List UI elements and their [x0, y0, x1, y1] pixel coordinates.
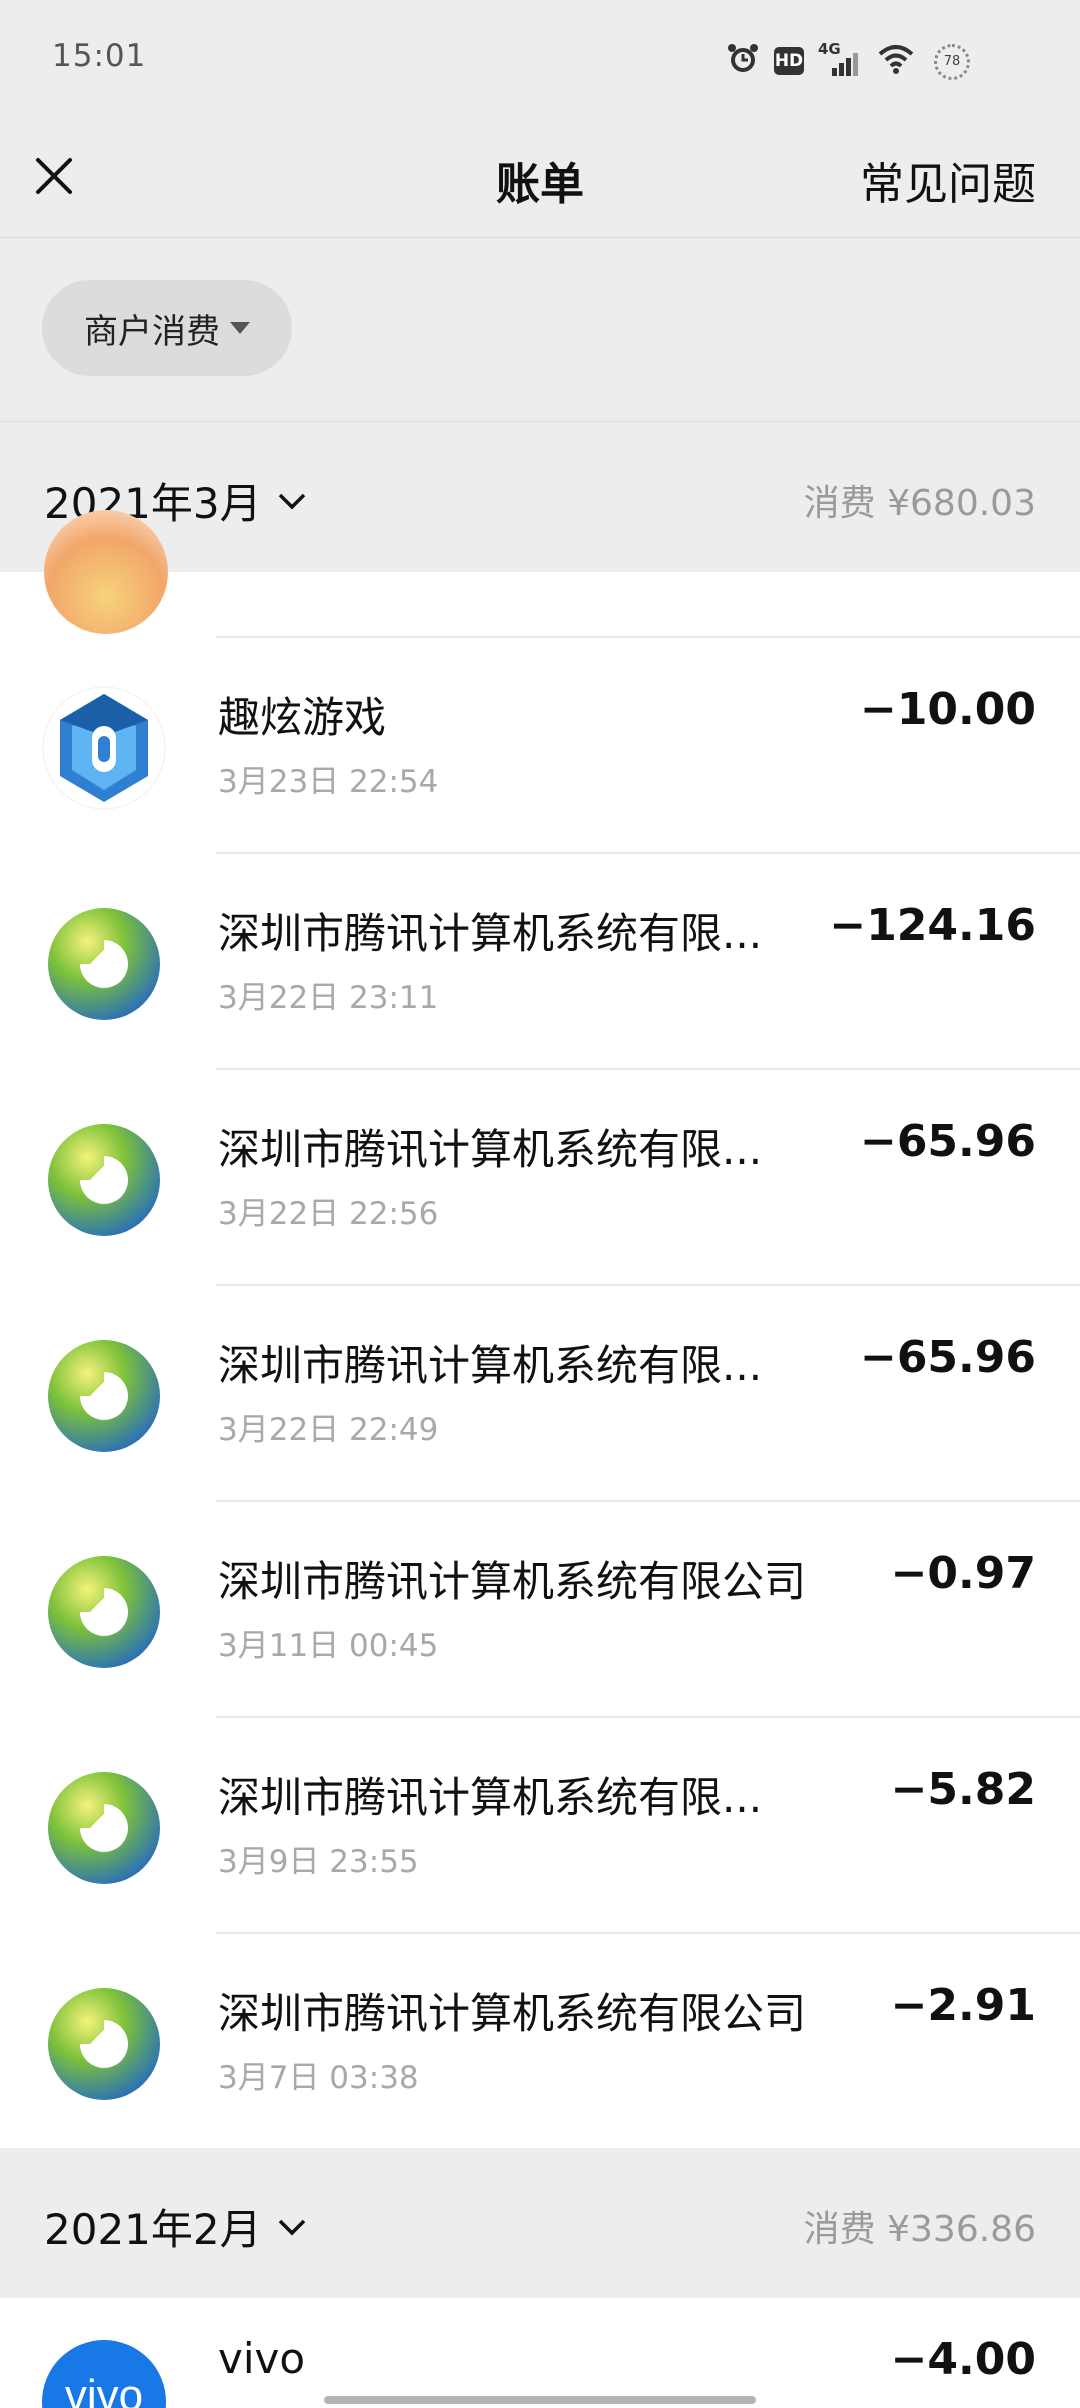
transaction-amount: −5.82	[890, 1764, 1036, 1815]
transaction-time: 3月22日 22:56	[218, 1196, 439, 1232]
list-item[interactable]: 深圳市腾讯计算机系统有限... 3月22日 22:49 −65.96	[0, 1286, 1080, 1502]
list-item[interactable]: 深圳市腾讯计算机系统有限公司 3月11日 00:45 −0.97	[0, 1502, 1080, 1718]
month-header-february: 2021年2月 消费 ¥336.86	[0, 2148, 1080, 2298]
transaction-time: 3月7日 03:38	[218, 2060, 419, 2096]
status-time: 15:01	[52, 38, 147, 74]
tencent-logo-icon	[42, 1766, 166, 1890]
list-item[interactable]: 深圳市腾讯计算机系统有限... 3月22日 23:11 −124.16	[0, 854, 1080, 1070]
merchant-avatar	[44, 510, 168, 634]
merchant-name: 深圳市腾讯计算机系统有限...	[218, 1773, 763, 1822]
transaction-amount: −10.00	[859, 684, 1036, 735]
list-item[interactable]: 深圳市腾讯计算机系统有限... 3月22日 22:56 −65.96	[0, 1070, 1080, 1286]
list-item-partial[interactable]	[0, 510, 1080, 638]
transaction-time: 3月11日 00:45	[218, 1628, 439, 1664]
merchant-name: 深圳市腾讯计算机系统有限公司	[218, 1989, 807, 2038]
chevron-down-icon	[278, 2219, 305, 2235]
transaction-time: 3月22日 23:11	[218, 980, 439, 1016]
chevron-down-icon	[278, 493, 305, 509]
nav-bar: 账单 常见问题	[0, 120, 1080, 238]
merchant-name: vivo	[218, 2334, 306, 2383]
tencent-logo-icon	[42, 1982, 166, 2106]
transaction-amount: −2.91	[890, 1980, 1036, 2031]
list-item[interactable]: vivo vivo −4.00	[0, 2298, 1080, 2408]
tencent-logo-icon	[42, 902, 166, 1026]
merchant-name: 趣炫游戏	[218, 693, 387, 742]
transaction-amount: −65.96	[859, 1332, 1036, 1383]
list-item[interactable]: 深圳市腾讯计算机系统有限公司 3月7日 03:38 −2.91	[0, 1934, 1080, 2150]
month-total: 消费 ¥336.86	[803, 2209, 1036, 2250]
wifi-icon	[876, 42, 916, 80]
month-selector[interactable]: 2021年2月	[44, 2196, 308, 2257]
battery-icon: 78	[934, 44, 970, 80]
caret-down-icon	[230, 322, 250, 334]
merchant-name: 深圳市腾讯计算机系统有限...	[218, 1125, 763, 1174]
merchant-name: 深圳市腾讯计算机系统有限...	[218, 909, 763, 958]
status-icons: HD 4G	[726, 40, 916, 80]
bill-screen: 15:01 HD 4G 78 账单 常见问题 商户消费 2021年3月 消费 ¥…	[0, 0, 1080, 2408]
filter-label: 商户消费	[84, 311, 220, 352]
tencent-logo-icon	[42, 1118, 166, 1242]
transaction-time: 3月9日 23:55	[218, 1844, 419, 1880]
tencent-logo-icon	[42, 1334, 166, 1458]
status-bar: 15:01 HD 4G 78	[0, 0, 1080, 120]
hd-icon: HD	[774, 47, 804, 75]
svg-text:vivo: vivo	[65, 2371, 143, 2408]
month-label: 2021年2月	[44, 2205, 262, 2254]
list-item[interactable]: 趣炫游戏 3月23日 22:54 −10.00	[0, 638, 1080, 854]
transaction-amount: −124.16	[829, 900, 1036, 951]
alarm-icon	[726, 42, 760, 80]
merchant-name: 深圳市腾讯计算机系统有限...	[218, 1341, 763, 1390]
merchant-name: 深圳市腾讯计算机系统有限公司	[218, 1557, 807, 1606]
vivo-logo-icon: vivo	[42, 2340, 166, 2408]
transaction-time: 3月22日 22:49	[218, 1412, 439, 1448]
transaction-time: 3月23日 22:54	[218, 764, 439, 800]
faq-link[interactable]: 常见问题	[860, 148, 1036, 212]
month-total: 消费 ¥680.03	[803, 483, 1036, 524]
transaction-amount: −4.00	[890, 2334, 1036, 2385]
transaction-amount: −0.97	[890, 1548, 1036, 1599]
filter-bar: 商户消费	[0, 238, 1080, 422]
tencent-logo-icon	[42, 1550, 166, 1674]
merchant-filter-dropdown[interactable]: 商户消费	[42, 280, 292, 376]
transaction-amount: −65.96	[859, 1116, 1036, 1167]
home-indicator[interactable]	[324, 2396, 756, 2404]
hexagon-game-icon	[42, 686, 166, 810]
list-item[interactable]: 深圳市腾讯计算机系统有限... 3月9日 23:55 −5.82	[0, 1718, 1080, 1934]
signal-icon: 4G	[818, 40, 862, 78]
